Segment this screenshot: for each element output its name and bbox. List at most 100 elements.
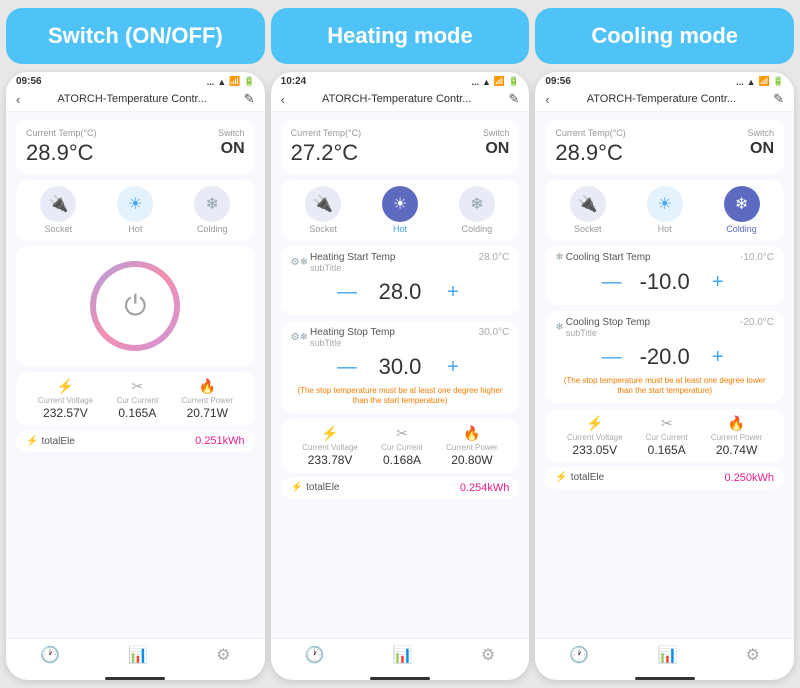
stats-section-2: ⚡ Current Voltage 233.78V ✂ Cur Current … [281, 419, 520, 473]
bnav-clock-2[interactable]: 🕐 [305, 645, 325, 665]
cool-stop-title: Cooling Stop Temp [566, 317, 650, 328]
cold-mode-1[interactable]: ❄ Colding [194, 186, 230, 234]
current-icon-3: ✂ [661, 415, 673, 432]
bnav-settings-1[interactable]: ⚙ [216, 645, 230, 665]
cold-icon-1: ❄ [194, 186, 230, 222]
hot-label-1: Hot [128, 224, 142, 234]
bnav-chart-3[interactable]: 📊 [658, 645, 678, 665]
cold-label-1: Colding [197, 224, 228, 234]
back-icon-3[interactable]: ‹ [545, 92, 549, 107]
settings-icon-2: ⚙ [481, 645, 495, 665]
total-label-2: ⚡ totalEle [291, 482, 340, 493]
bottom-nav-1: 🕐 📊 ⚙ [6, 638, 265, 673]
cool-stop-val-label: -20.0°C [740, 317, 774, 328]
bnav-chart-1[interactable]: 📊 [128, 645, 148, 665]
cool-start-plus[interactable]: + [706, 272, 730, 292]
temp-label-2: Current Temp(°C) [291, 128, 361, 138]
cool-start-minus[interactable]: — [600, 272, 624, 292]
mode-icons-1: 🔌 Socket ☀ Hot ❄ Colding [16, 180, 255, 240]
nav-bar-3: ‹ ATORCH-Temperature Contr... ✎ [535, 89, 794, 112]
total-value-3: 0.250kWh [724, 472, 774, 484]
heat-stop-minus[interactable]: — [335, 357, 359, 377]
home-bar-2 [370, 677, 430, 680]
total-label-3: ⚡ totalEle [555, 472, 604, 483]
hot-mode-2[interactable]: ☀ Hot [382, 186, 418, 234]
nav-title-1: ATORCH-Temperature Contr... [24, 93, 239, 105]
time-2: 10:24 [281, 76, 307, 87]
mode-icons-2: 🔌 Socket ☀ Hot ❄ Colding [281, 180, 520, 240]
cool-stop-minus[interactable]: — [600, 347, 624, 367]
phone3-content: Current Temp(°C) 28.9°C Switch ON 🔌 Sock… [535, 112, 794, 638]
bnav-chart-2[interactable]: 📊 [393, 645, 413, 665]
total-ele-2: ⚡ totalEle 0.254kWh [281, 477, 520, 499]
status-bar-2: 10:24 ... ▲ 📶 🔋 [271, 72, 530, 89]
heat-start-plus[interactable]: + [441, 282, 465, 302]
heat-start-minus[interactable]: — [335, 282, 359, 302]
socket-icon-2: 🔌 [305, 186, 341, 222]
stats-section-1: ⚡ Current Voltage 232.57V ✂ Cur Current … [16, 372, 255, 426]
power-stat-icon-3: 🔥 [728, 415, 745, 432]
socket-mode-2[interactable]: 🔌 Socket [305, 186, 341, 234]
phone1-content: Current Temp(°C) 28.9°C Switch ON 🔌 Sock… [6, 112, 265, 638]
settings-icon-1: ⚙ [216, 645, 230, 665]
heat-stop-subtitle: subTitle [310, 338, 395, 348]
status-bar-1: 09:56 ... ▲ 📶 🔋 [6, 72, 265, 89]
bnav-settings-3[interactable]: ⚙ [746, 645, 760, 665]
total-value-2: 0.254kWh [460, 482, 510, 494]
chart-icon-2: 📊 [393, 645, 413, 665]
power-ring[interactable]: ⏻ [90, 261, 180, 351]
phone-heating: 10:24 ... ▲ 📶 🔋 ‹ ATORCH-Temperature Con… [271, 72, 530, 680]
switch-label-1: Switch [218, 128, 245, 138]
current-label-3: Cur Current [646, 433, 688, 442]
current-stat-2: ✂ Cur Current 0.168A [381, 425, 423, 467]
temp-value-1: 28.9°C [26, 140, 96, 166]
hot-mode-1[interactable]: ☀ Hot [117, 186, 153, 234]
heating-mode-btn[interactable]: Heating mode [271, 8, 530, 64]
heat-start-value: 28.0 [375, 279, 425, 305]
bnav-clock-1[interactable]: 🕐 [40, 645, 60, 665]
heat-start-val-label: 28.0°C [479, 252, 510, 263]
power-stat-3: 🔥 Current Power 20.74W [711, 415, 763, 457]
edit-icon-1[interactable]: ✎ [244, 91, 255, 107]
back-icon-2[interactable]: ‹ [281, 92, 285, 107]
bnav-settings-2[interactable]: ⚙ [481, 645, 495, 665]
current-stat-1: ✂ Cur Current 0.165A [116, 378, 158, 420]
cold-mode-3[interactable]: ❄ Colding [724, 186, 760, 234]
lightning-icon-2: ⚡ [291, 482, 303, 493]
switch-label-3: Switch [748, 128, 775, 138]
cooling-mode-btn[interactable]: Cooling mode [535, 8, 794, 64]
status-icons-3: ... ▲ 📶 🔋 [736, 76, 784, 87]
socket-mode-1[interactable]: 🔌 Socket [40, 186, 76, 234]
cool-stop-value: -20.0 [640, 344, 690, 370]
switch-value-3: ON [748, 140, 775, 158]
current-value-3: 0.165A [648, 443, 686, 457]
header-row: Switch (ON/OFF) Heating mode Cooling mod… [0, 0, 800, 72]
voltage-label-1: Current Voltage [38, 396, 94, 405]
lightning-icon-3: ⚡ [555, 472, 567, 483]
clock-icon-3: 🕐 [569, 645, 589, 665]
voltage-icon-3: ⚡ [586, 415, 603, 432]
power-value-3: 20.74W [716, 443, 757, 457]
heat-start-gear-icon: ⚙❄ [291, 257, 308, 268]
cool-start-val-label: -10.0°C [740, 252, 774, 263]
socket-mode-3[interactable]: 🔌 Socket [570, 186, 606, 234]
nav-title-3: ATORCH-Temperature Contr... [554, 93, 769, 105]
voltage-stat-3: ⚡ Current Voltage 233.05V [567, 415, 623, 457]
cold-mode-2[interactable]: ❄ Colding [459, 186, 495, 234]
edit-icon-2[interactable]: ✎ [508, 91, 519, 107]
mode-icons-3: 🔌 Socket ☀ Hot ❄ Colding [545, 180, 784, 240]
hot-mode-3[interactable]: ☀ Hot [647, 186, 683, 234]
power-section[interactable]: ⏻ [16, 246, 255, 366]
cool-stop-plus[interactable]: + [706, 347, 730, 367]
cool-stop-control: ❄ Cooling Stop Temp subTitle -20.0°C — -… [545, 311, 784, 403]
edit-icon-3[interactable]: ✎ [773, 91, 784, 107]
bnav-clock-3[interactable]: 🕐 [569, 645, 589, 665]
switch-mode-btn[interactable]: Switch (ON/OFF) [6, 8, 265, 64]
voltage-icon-1: ⚡ [57, 378, 74, 395]
back-icon-1[interactable]: ‹ [16, 92, 20, 107]
phones-row: 09:56 ... ▲ 📶 🔋 ‹ ATORCH-Temperature Con… [0, 72, 800, 688]
heat-stop-gear-icon: ⚙❄ [291, 332, 308, 343]
socket-label-1: Socket [45, 224, 73, 234]
settings-icon-3: ⚙ [746, 645, 760, 665]
heat-stop-plus[interactable]: + [441, 357, 465, 377]
